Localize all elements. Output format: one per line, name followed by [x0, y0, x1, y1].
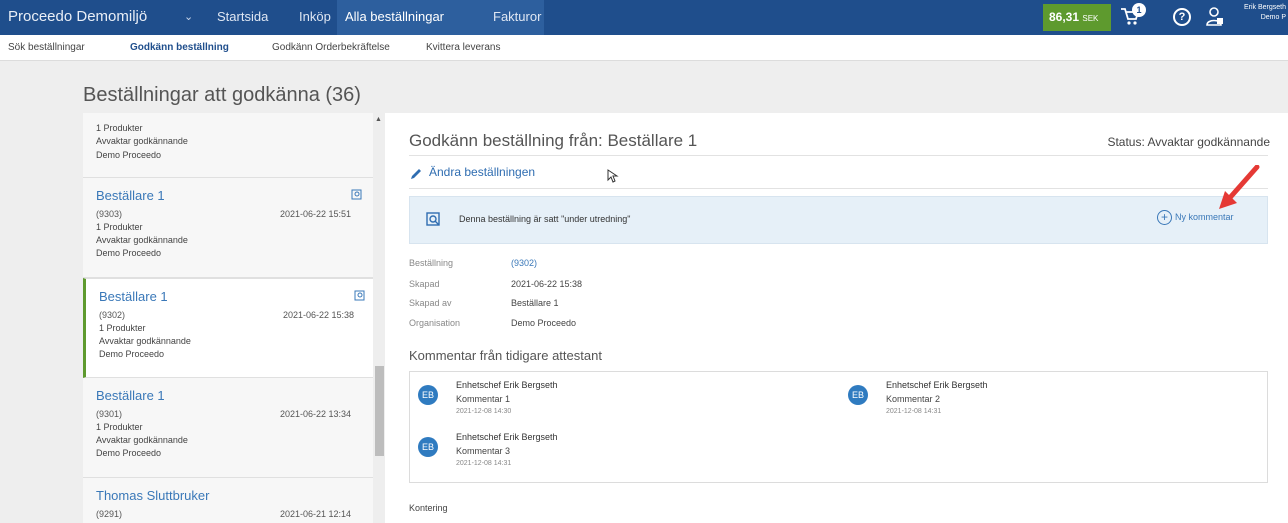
field-value-skapad-av: Beställare 1: [511, 298, 559, 308]
balance-badge[interactable]: 86,31 SEK: [1043, 4, 1111, 31]
card-org: Demo Proceedo: [96, 248, 162, 258]
card-org: Demo Proceedo: [96, 150, 162, 160]
card-number: (9303): [96, 209, 123, 219]
card-status: Avvaktar godkännande: [99, 336, 191, 346]
investigation-icon: [351, 189, 362, 200]
divider: [409, 188, 1268, 189]
avatar: EB: [418, 437, 438, 457]
list-scrollbar[interactable]: [373, 113, 385, 523]
field-value-skapad: 2021-06-22 15:38: [511, 279, 583, 289]
comment-time: 2021-12-08 14:30: [456, 408, 512, 415]
card-name: Beställare 1: [96, 188, 165, 203]
card-status: Avvaktar godkännande: [96, 235, 188, 245]
field-label-organisation: Organisation: [409, 318, 461, 328]
subnav-godkann-bestallning[interactable]: Godkänn beställning: [130, 42, 229, 53]
comment-author: Enhetschef Erik Bergseth: [456, 432, 558, 442]
comment-text: Kommentar 3: [456, 446, 511, 456]
comment-item: EB Enhetschef Erik Bergseth Kommentar 1 …: [418, 380, 718, 420]
field-label-skapad: Skapad: [409, 279, 440, 289]
order-detail-panel: Godkänn beställning från: Beställare 1 S…: [385, 113, 1288, 523]
card-org: Demo Proceedo: [99, 349, 165, 359]
card-number: (9291): [96, 509, 123, 519]
help-icon[interactable]: ?: [1173, 8, 1191, 26]
cart-count-badge: 1: [1132, 3, 1146, 17]
comment-time: 2021-12-08 14:31: [886, 408, 942, 415]
card-date: 2021-06-21 12:14: [280, 509, 352, 519]
user-name: Erik Bergseth: [1243, 4, 1286, 11]
order-list: 1 Produkter Avvaktar godkännande Demo Pr…: [83, 113, 385, 523]
user-menu[interactable]: Erik Bergseth Demo P: [1238, 3, 1286, 23]
card-products: 1 Produkter: [96, 422, 143, 432]
nav-fakturor[interactable]: Fakturor: [493, 9, 541, 24]
user-org: Demo P: [1260, 14, 1286, 21]
comment-text: Kommentar 1: [456, 394, 511, 404]
new-comment-label: Ny kommentar: [1175, 211, 1234, 222]
card-number: (9301): [96, 409, 123, 419]
plus-circle-icon: +: [1157, 210, 1172, 225]
card-products: 1 Produkter: [96, 123, 143, 133]
card-name: Beställare 1: [99, 289, 168, 304]
page-title: Beställningar att godkänna (36): [83, 84, 361, 106]
card-status: Avvaktar godkännande: [96, 435, 188, 445]
comment-item: EB Enhetschef Erik Bergseth Kommentar 2 …: [848, 380, 1148, 420]
pencil-icon[interactable]: [409, 167, 423, 181]
chevron-down-icon[interactable]: ⌄: [184, 10, 193, 23]
edit-order-link[interactable]: Ändra beställningen: [429, 165, 535, 179]
avatar: EB: [418, 385, 438, 405]
field-label-bestallning: Beställning: [409, 258, 454, 268]
user-icon[interactable]: [1206, 6, 1224, 26]
field-value-organisation: Demo Proceedo: [511, 318, 577, 328]
comment-item: EB Enhetschef Erik Bergseth Kommentar 3 …: [418, 432, 718, 472]
card-name: Thomas Sluttbruker: [96, 488, 210, 503]
comment-author: Enhetschef Erik Bergseth: [886, 380, 988, 390]
card-products: 1 Produkter: [99, 323, 146, 333]
comment-author: Enhetschef Erik Bergseth: [456, 380, 558, 390]
subnav-sok-bestallningar[interactable]: Sök beställningar: [8, 42, 85, 53]
status-text: Status: Avvaktar godkännande: [1107, 135, 1270, 149]
card-date: 2021-06-22 13:34: [280, 409, 352, 419]
comments-box: EB Enhetschef Erik Bergseth Kommentar 1 …: [409, 371, 1268, 483]
comment-time: 2021-12-08 14:31: [456, 460, 512, 467]
top-navigation-bar: Proceedo Demomiljö ⌄ Startsida Inköp All…: [0, 0, 1288, 35]
list-item[interactable]: Thomas Sluttbruker (9291) 2021-06-21 12:…: [83, 478, 373, 523]
mouse-cursor-icon: [607, 169, 619, 183]
divider: [409, 155, 1268, 156]
scrollbar-thumb[interactable]: [375, 366, 384, 456]
investigation-notice: Denna beställning är satt "under utredni…: [409, 196, 1268, 244]
list-item[interactable]: Beställare 1 (9301) 2021-06-22 13:34 1 P…: [83, 378, 373, 478]
avatar: EB: [848, 385, 868, 405]
nav-alla-bestallningar[interactable]: Alla beställningar: [345, 9, 444, 24]
card-status: Avvaktar godkännande: [96, 136, 188, 146]
scroll-up-icon[interactable]: ▲: [375, 116, 382, 123]
card-org: Demo Proceedo: [96, 448, 162, 458]
notice-text: Denna beställning är satt "under utredni…: [459, 214, 631, 224]
card-date: 2021-06-22 15:51: [280, 209, 352, 219]
nav-startsida[interactable]: Startsida: [217, 9, 268, 24]
list-item-selected[interactable]: Beställare 1 (9302) 2021-06-22 15:38 1 P…: [83, 278, 373, 378]
nav-inkop[interactable]: Inköp: [299, 9, 331, 24]
order-number-link[interactable]: (9302): [511, 258, 537, 268]
balance-unit: SEK: [1082, 14, 1099, 23]
investigation-icon: [426, 212, 440, 226]
environment-selector[interactable]: Proceedo Demomiljö: [8, 8, 147, 25]
field-label-skapad-av: Skapad av: [409, 298, 452, 308]
card-number: (9302): [99, 310, 126, 320]
red-arrow-annotation: [1219, 165, 1260, 209]
investigation-icon: [354, 290, 365, 301]
list-item[interactable]: 1 Produkter Avvaktar godkännande Demo Pr…: [83, 113, 373, 178]
kontering-section-title: Kontering: [409, 503, 448, 513]
balance-value: 86,31: [1049, 10, 1080, 24]
subnav-godkann-orderbekraftelse[interactable]: Godkänn Orderbekräftelse: [272, 42, 390, 53]
list-item[interactable]: Beställare 1 (9303) 2021-06-22 15:51 1 P…: [83, 178, 373, 278]
sub-navigation: Sök beställningar Godkänn beställning Go…: [0, 35, 1288, 61]
subnav-kvittera-leverans[interactable]: Kvittera leverans: [426, 42, 500, 53]
comments-section-title: Kommentar från tidigare attestant: [409, 348, 602, 363]
card-products: 1 Produkter: [96, 222, 143, 232]
card-name: Beställare 1: [96, 388, 165, 403]
comment-text: Kommentar 2: [886, 394, 941, 404]
card-date: 2021-06-22 15:38: [283, 310, 355, 320]
detail-title: Godkänn beställning från: Beställare 1: [409, 131, 698, 150]
